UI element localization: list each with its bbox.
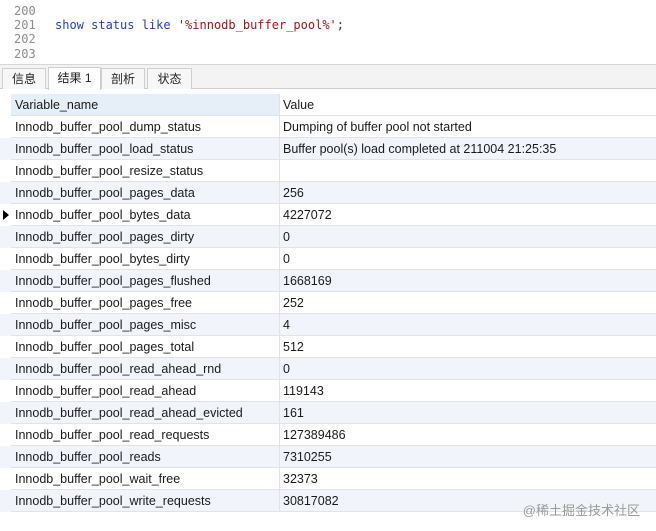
variable-name-cell[interactable]: Innodb_buffer_pool_pages_misc [11,314,280,336]
value-cell[interactable]: 127389486 [280,424,656,446]
value-cell[interactable]: 161 [280,402,656,424]
value-cell[interactable]: 0 [280,358,656,380]
row-indicator[interactable] [0,138,11,160]
row-indicator[interactable] [0,490,11,512]
variable-name-cell[interactable]: Innodb_buffer_pool_bytes_dirty [11,248,280,270]
column-header-value[interactable]: Value [280,94,656,116]
variable-name-cell[interactable]: Innodb_buffer_pool_pages_dirty [11,226,280,248]
variable-name-cell[interactable]: Innodb_buffer_pool_dump_status [11,116,280,138]
table-row[interactable]: Innodb_buffer_pool_pages_total 512 [0,336,656,358]
row-indicator[interactable] [0,402,11,424]
table-row[interactable]: Innodb_buffer_pool_pages_data 256 [0,182,656,204]
variable-name-cell[interactable]: Innodb_buffer_pool_read_ahead_rnd [11,358,280,380]
row-indicator[interactable] [0,292,11,314]
row-indicator[interactable] [0,248,11,270]
row-indicator[interactable] [0,446,11,468]
code-line: 202 [0,31,656,47]
row-indicator[interactable] [0,468,11,490]
table-row[interactable]: Innodb_buffer_pool_pages_free 252 [0,292,656,314]
value-cell[interactable]: 4 [280,314,656,336]
table-row[interactable]: Innodb_buffer_pool_dump_status Dumping of… [0,116,656,138]
row-indicator[interactable] [0,358,11,380]
row-indicator[interactable] [0,182,11,204]
tab-status[interactable]: 状态 [147,68,192,89]
tab-result-1[interactable]: 结果 1 [48,67,101,90]
variable-name-cell[interactable]: Innodb_buffer_pool_read_requests [11,424,280,446]
variable-name-cell[interactable]: Innodb_buffer_pool_reads [11,446,280,468]
value-cell[interactable]: 7310255 [280,446,656,468]
variable-name-cell[interactable]: Innodb_buffer_pool_bytes_data [11,204,280,226]
row-indicator[interactable] [0,160,11,182]
sql-terminator: ; [336,18,345,32]
table-row[interactable]: Innodb_buffer_pool_reads 7310255 [0,446,656,468]
line-number: 203 [14,47,36,61]
table-row[interactable]: Innodb_buffer_pool_pages_flushed 1668169 [0,270,656,292]
value-cell[interactable]: 1668169 [280,270,656,292]
variable-name-cell[interactable]: Innodb_buffer_pool_load_status [11,138,280,160]
table-row[interactable]: Innodb_buffer_pool_read_ahead 119143 [0,380,656,402]
variable-name-cell[interactable]: Innodb_buffer_pool_pages_flushed [11,270,280,292]
variable-name-cell[interactable]: Innodb_buffer_pool_read_ahead_evicted [11,402,280,424]
line-number: 202 [14,32,36,46]
variable-name-cell[interactable]: Innodb_buffer_pool_pages_data [11,182,280,204]
variable-name-cell[interactable]: Innodb_buffer_pool_resize_status [11,160,280,182]
row-indicator[interactable] [0,204,11,226]
watermark: @稀土掘金技术社区 [522,503,640,518]
table-row[interactable]: Innodb_buffer_pool_load_status Buffer poo… [0,138,656,160]
value-cell[interactable]: 256 [280,182,656,204]
grid-header-row: Variable_name Value [0,94,656,116]
variable-name-cell[interactable]: Innodb_buffer_pool_wait_free [11,468,280,490]
row-indicator[interactable] [0,116,11,138]
sql-string-literal: '%innodb_buffer_pool%' [177,18,337,32]
table-row[interactable]: Innodb_buffer_pool_read_requests 12738948… [0,424,656,446]
value-cell[interactable]: 512 [280,336,656,358]
value-cell[interactable]: 0 [280,248,656,270]
value-cell[interactable]: 252 [280,292,656,314]
value-cell[interactable]: 4227072 [280,204,656,226]
sql-editor[interactable]: 200 201 show status like '%innodb_buffer… [0,0,656,64]
tab-info[interactable]: 信息 [2,68,46,89]
column-header-variable-name[interactable]: Variable_name [11,94,280,116]
table-row[interactable]: Innodb_buffer_pool_read_ahead_evicted 161 [0,402,656,424]
value-cell[interactable]: Dumping of buffer pool not started [280,116,656,138]
row-indicator[interactable] [0,380,11,402]
table-row[interactable]: Innodb_buffer_pool_bytes_dirty 0 [0,248,656,270]
sql-keyword: show status like [55,18,178,32]
code-line: 203 [0,46,656,62]
table-row[interactable]: Innodb_buffer_pool_pages_dirty 0 [0,226,656,248]
table-row[interactable]: Innodb_buffer_pool_wait_free 32373 [0,468,656,490]
current-row-arrow-icon [3,210,9,220]
value-cell[interactable]: 0 [280,226,656,248]
value-cell[interactable]: 119143 [280,380,656,402]
table-row[interactable]: Innodb_buffer_pool_bytes_data 4227072 [0,204,656,226]
value-cell[interactable]: Buffer pool(s) load completed at 211004 … [280,138,656,160]
value-cell[interactable]: 32373 [280,468,656,490]
variable-name-cell[interactable]: Innodb_buffer_pool_pages_free [11,292,280,314]
variable-name-cell[interactable]: Innodb_buffer_pool_read_ahead [11,380,280,402]
result-tab-bar: 信息 结果 1 剖析 状态 [0,64,656,90]
variable-name-cell[interactable]: Innodb_buffer_pool_pages_total [11,336,280,358]
row-indicator[interactable] [0,226,11,248]
table-row[interactable]: Innodb_buffer_pool_resize_status [0,160,656,182]
tab-profile[interactable]: 剖析 [101,68,145,89]
row-indicator[interactable] [0,314,11,336]
row-indicator[interactable] [0,424,11,446]
variable-name-cell[interactable]: Innodb_buffer_pool_write_requests [11,490,280,512]
row-indicator[interactable] [0,270,11,292]
value-cell[interactable] [280,160,656,182]
table-row[interactable]: Innodb_buffer_pool_pages_misc 4 [0,314,656,336]
table-row[interactable]: Innodb_buffer_pool_read_ahead_rnd 0 [0,358,656,380]
row-indicator[interactable] [0,336,11,358]
